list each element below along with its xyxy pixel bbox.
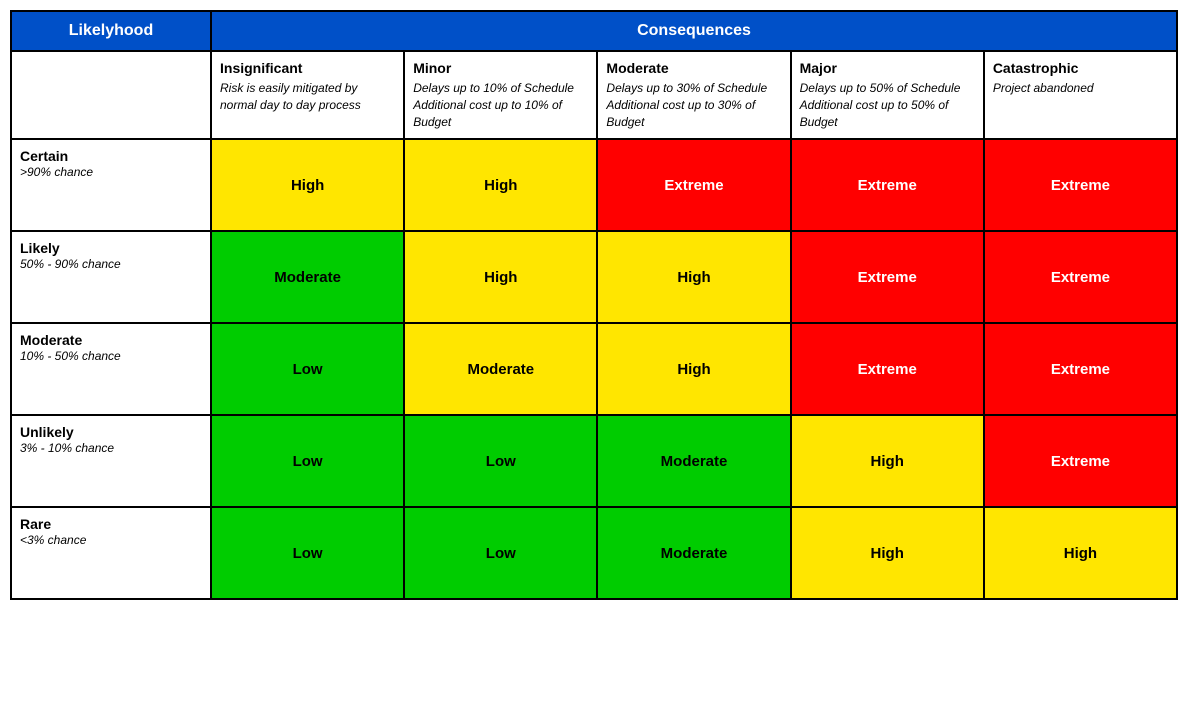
table-row-3: Unlikely3% - 10% chanceLowLowModerateHig… xyxy=(12,414,1176,506)
table-row-0: Certain>90% chanceHighHighExtremeExtreme… xyxy=(12,138,1176,230)
cell-0-0: High xyxy=(212,140,405,230)
cell-4-0: Low xyxy=(212,508,405,598)
likelihood-header: Likelyhood xyxy=(12,12,212,50)
cell-4-2: Moderate xyxy=(598,508,791,598)
row-title-1: Likely xyxy=(20,240,202,256)
row-header-3: Unlikely3% - 10% chance xyxy=(12,416,212,506)
consequences-header: Consequences xyxy=(212,12,1176,50)
risk-matrix: Likelyhood Consequences Insignificant Ris… xyxy=(10,10,1178,600)
col-header-desc-0: Risk is easily mitigated by normal day t… xyxy=(220,81,361,112)
empty-corner-cell xyxy=(12,52,212,138)
cell-0-4: Extreme xyxy=(985,140,1176,230)
row-subtitle-1: 50% - 90% chance xyxy=(20,257,121,271)
col-headers-container: Insignificant Risk is easily mitigated by… xyxy=(212,52,1176,138)
cell-2-4: Extreme xyxy=(985,324,1176,414)
col-header-desc-3: Delays up to 50% of Schedule Additional … xyxy=(800,81,961,129)
row-subtitle-2: 10% - 50% chance xyxy=(20,349,121,363)
row-subtitle-4: <3% chance xyxy=(20,533,86,547)
col-header-title-0: Insignificant xyxy=(220,60,395,76)
cell-1-2: High xyxy=(598,232,791,322)
col-header-title-2: Moderate xyxy=(606,60,781,76)
column-headers-row: Insignificant Risk is easily mitigated by… xyxy=(12,50,1176,138)
data-rows-container: Certain>90% chanceHighHighExtremeExtreme… xyxy=(12,138,1176,598)
col-header-title-4: Catastrophic xyxy=(993,60,1168,76)
table-row-4: Rare<3% chanceLowLowModerateHighHigh xyxy=(12,506,1176,598)
row-subtitle-3: 3% - 10% chance xyxy=(20,441,114,455)
cell-4-3: High xyxy=(792,508,985,598)
row-title-3: Unlikely xyxy=(20,424,202,440)
cell-1-4: Extreme xyxy=(985,232,1176,322)
cell-2-1: Moderate xyxy=(405,324,598,414)
table-row-1: Likely50% - 90% chanceModerateHighHighEx… xyxy=(12,230,1176,322)
cell-3-0: Low xyxy=(212,416,405,506)
cell-3-3: High xyxy=(792,416,985,506)
row-title-0: Certain xyxy=(20,148,202,164)
col-header-desc-1: Delays up to 10% of Schedule Additional … xyxy=(413,81,574,129)
cell-4-4: High xyxy=(985,508,1176,598)
table-row-2: Moderate10% - 50% chanceLowModerateHighE… xyxy=(12,322,1176,414)
col-header-3: Major Delays up to 50% of Schedule Additi… xyxy=(792,52,985,138)
cell-1-0: Moderate xyxy=(212,232,405,322)
cell-1-3: Extreme xyxy=(792,232,985,322)
row-title-2: Moderate xyxy=(20,332,202,348)
row-header-0: Certain>90% chance xyxy=(12,140,212,230)
cell-1-1: High xyxy=(405,232,598,322)
col-header-title-3: Major xyxy=(800,60,975,76)
row-header-4: Rare<3% chance xyxy=(12,508,212,598)
consequences-header-label: Consequences xyxy=(637,22,751,40)
cell-0-2: Extreme xyxy=(598,140,791,230)
col-header-desc-2: Delays up to 30% of Schedule Additional … xyxy=(606,81,767,129)
likelihood-header-label: Likelyhood xyxy=(69,22,153,40)
cell-0-1: High xyxy=(405,140,598,230)
cell-0-3: Extreme xyxy=(792,140,985,230)
cell-4-1: Low xyxy=(405,508,598,598)
row-subtitle-0: >90% chance xyxy=(20,165,93,179)
col-header-2: Moderate Delays up to 30% of Schedule Add… xyxy=(598,52,791,138)
col-header-title-1: Minor xyxy=(413,60,588,76)
cell-2-0: Low xyxy=(212,324,405,414)
col-header-4: Catastrophic Project abandoned xyxy=(985,52,1176,138)
col-header-desc-4: Project abandoned xyxy=(993,81,1094,95)
cell-3-2: Moderate xyxy=(598,416,791,506)
main-header-row: Likelyhood Consequences xyxy=(12,12,1176,50)
cell-2-3: Extreme xyxy=(792,324,985,414)
col-header-1: Minor Delays up to 10% of Schedule Additi… xyxy=(405,52,598,138)
row-header-1: Likely50% - 90% chance xyxy=(12,232,212,322)
cell-3-1: Low xyxy=(405,416,598,506)
cell-3-4: Extreme xyxy=(985,416,1176,506)
row-title-4: Rare xyxy=(20,516,202,532)
col-header-0: Insignificant Risk is easily mitigated by… xyxy=(212,52,405,138)
row-header-2: Moderate10% - 50% chance xyxy=(12,324,212,414)
cell-2-2: High xyxy=(598,324,791,414)
